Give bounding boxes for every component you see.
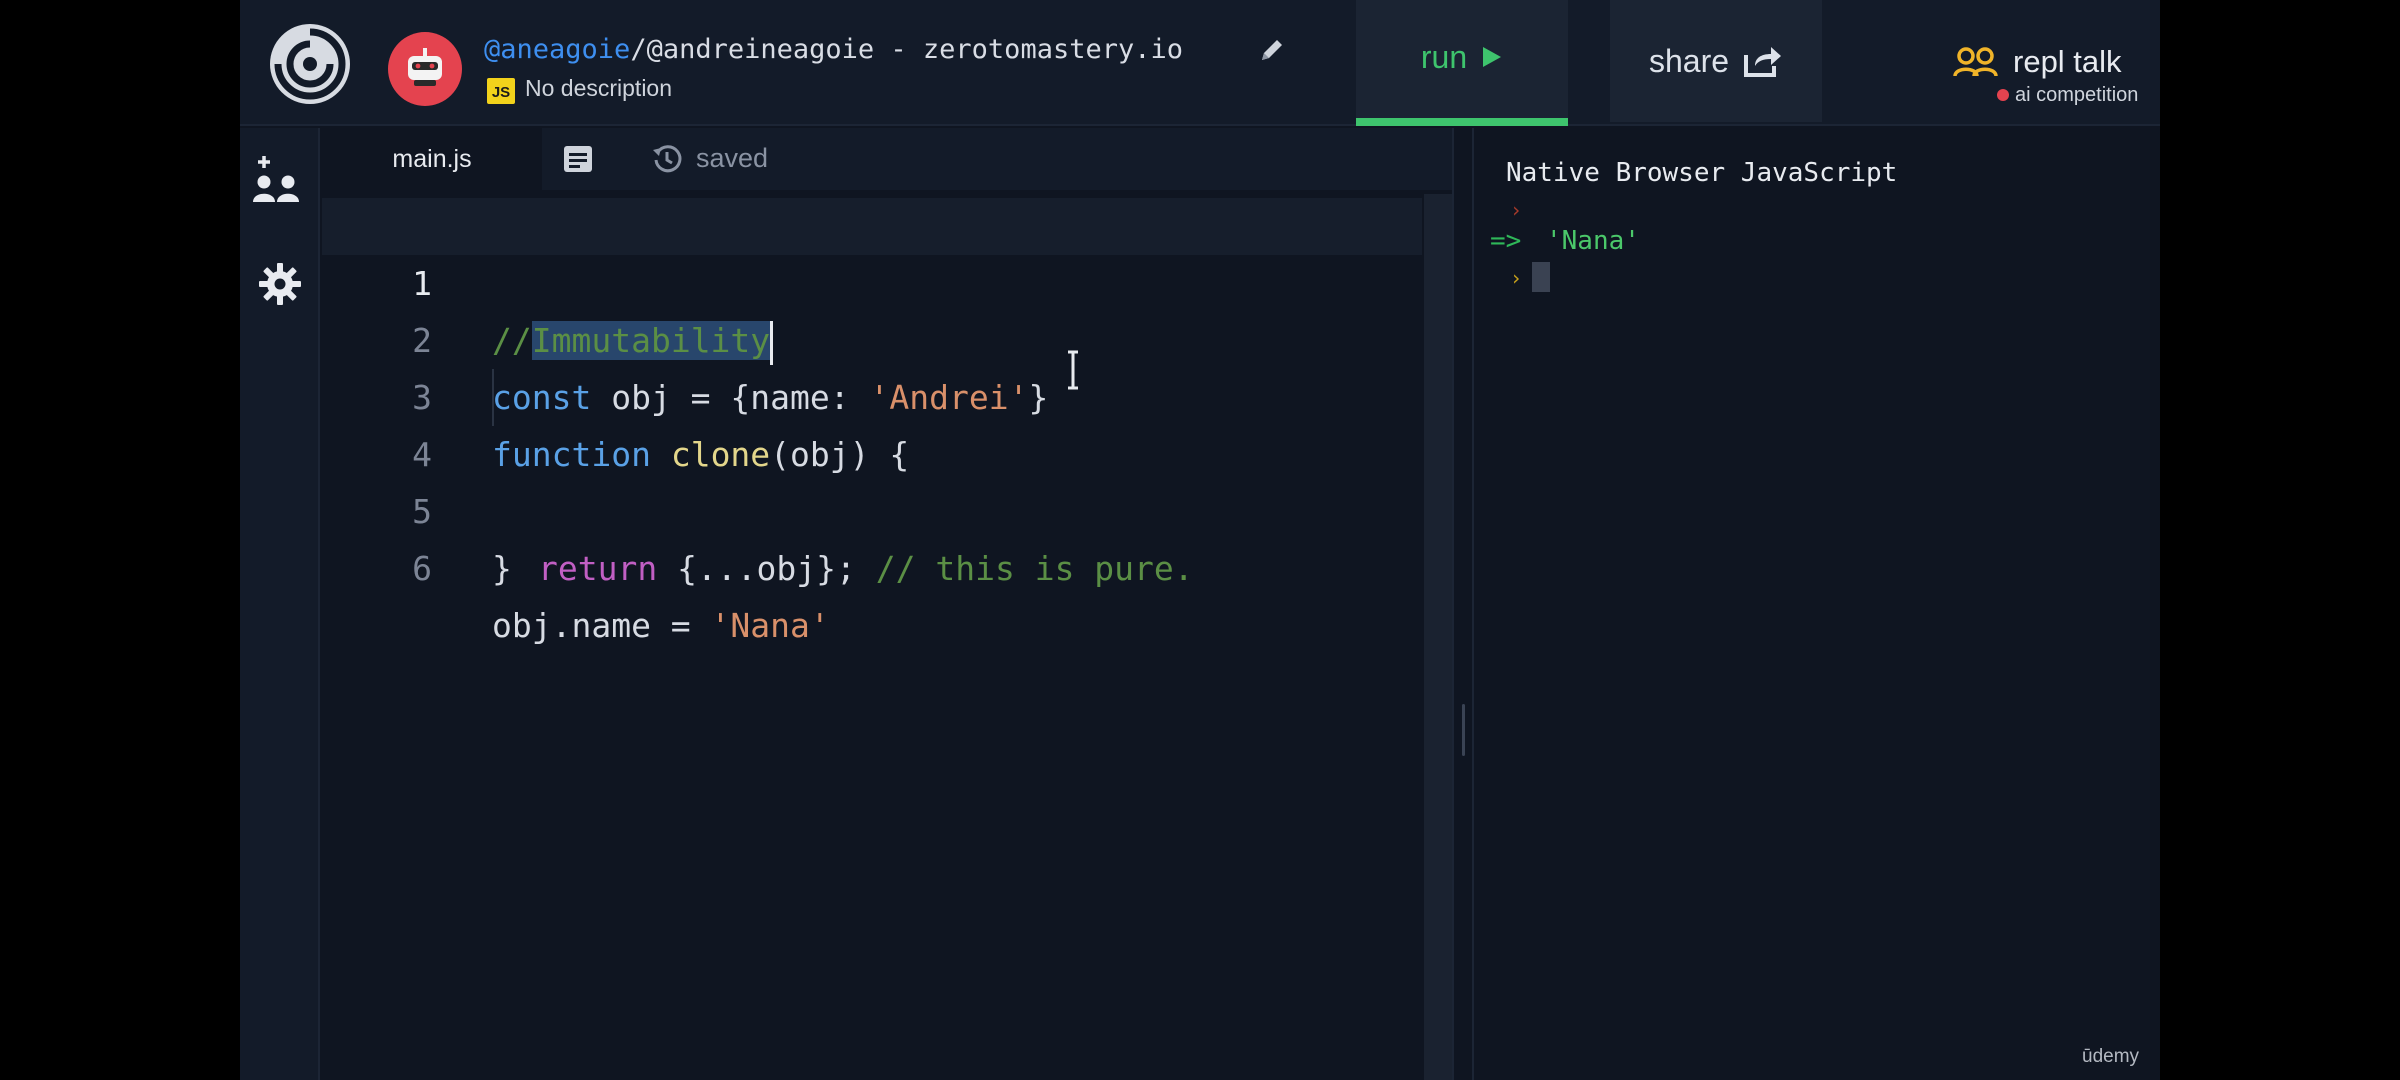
resize-grip[interactable] bbox=[1462, 704, 1465, 756]
console-prompt-icon: › bbox=[1510, 266, 1523, 290]
line-source: obj.name = 'Nana' bbox=[492, 597, 830, 654]
invite-users-icon[interactable] bbox=[240, 154, 320, 212]
line-source: } bbox=[492, 549, 512, 588]
edit-pencil-icon[interactable] bbox=[1256, 34, 1288, 66]
code-editor[interactable]: main.js saved 1 //Immutability 2 const o… bbox=[322, 128, 1452, 1080]
save-status: saved bbox=[696, 143, 769, 173]
play-icon bbox=[1483, 47, 1502, 67]
keyword-token: return bbox=[538, 549, 658, 588]
console-output-value: 'Nana' bbox=[1546, 226, 1640, 256]
history-icon[interactable] bbox=[652, 144, 682, 174]
code-line-2[interactable]: 2 const obj = {name: 'Andrei'} bbox=[322, 255, 1422, 417]
code-line-4[interactable]: 4 return {...obj}; // this is pure. bbox=[322, 369, 1422, 588]
console-input-cursor[interactable] bbox=[1532, 262, 1550, 292]
code-line-5[interactable]: 5 } bbox=[322, 426, 1422, 588]
run-button[interactable]: run bbox=[1356, 0, 1568, 126]
notification-dot bbox=[1997, 89, 2009, 101]
repl-name: /@andreineagoie - zerotomastery.io bbox=[630, 34, 1183, 65]
code-line-6[interactable]: 6 obj.name = 'Nana' bbox=[322, 483, 1422, 645]
string-token: 'Nana' bbox=[710, 606, 830, 645]
replit-logo-icon[interactable] bbox=[266, 20, 354, 108]
console-title: Native Browser JavaScript bbox=[1506, 158, 1898, 188]
repl-title[interactable]: @aneagoie/@andreineagoie - zerotomastery… bbox=[484, 34, 1183, 65]
line-number: 6 bbox=[412, 549, 432, 588]
repl-app: @aneagoie/@andreineagoie - zerotomastery… bbox=[240, 0, 2160, 1080]
comment-token: // this is pure. bbox=[875, 549, 1194, 588]
left-sidebar bbox=[240, 128, 320, 1080]
udemy-watermark: ūdemy bbox=[2082, 1046, 2140, 1067]
pane-resize-handle[interactable] bbox=[1452, 128, 1474, 1080]
repl-talk-label: repl talk bbox=[2013, 44, 2122, 79]
repl-talk-sublabel: ai competition bbox=[2015, 84, 2139, 106]
code-token: {...obj}; bbox=[657, 549, 876, 588]
user-avatar[interactable] bbox=[388, 32, 462, 106]
output-arrow: => bbox=[1490, 226, 1522, 256]
share-icon bbox=[1744, 47, 1782, 77]
top-header: @aneagoie/@andreineagoie - zerotomastery… bbox=[240, 0, 2160, 126]
notes-icon[interactable] bbox=[562, 144, 594, 174]
run-label: run bbox=[1420, 38, 1468, 75]
tab-main-js[interactable]: main.js bbox=[322, 128, 542, 190]
code-line-1[interactable]: 1 //Immutability bbox=[322, 198, 1422, 365]
indent-guide bbox=[492, 369, 494, 426]
mouse-ibeam-cursor-icon bbox=[1068, 350, 1078, 390]
code-line-3[interactable]: 3 function clone(obj) { bbox=[322, 312, 1422, 474]
line-source: return {...obj}; // this is pure. bbox=[538, 540, 1194, 597]
people-icon bbox=[1953, 47, 1998, 77]
code-lines[interactable]: 1 //Immutability 2 const obj = {name: 'A… bbox=[322, 198, 1422, 645]
repl-description[interactable]: No description bbox=[525, 75, 672, 102]
code-token: obj.name = bbox=[492, 606, 711, 645]
share-button[interactable]: share bbox=[1610, 0, 1822, 122]
repl-owner-link[interactable]: @aneagoie bbox=[484, 34, 630, 65]
robot-avatar-icon bbox=[408, 48, 442, 86]
js-language-badge: JS bbox=[487, 78, 515, 104]
console-prompt-icon: › bbox=[1510, 198, 1523, 222]
editor-scrollbar[interactable] bbox=[1424, 194, 1452, 1080]
console-panel[interactable]: Native Browser JavaScript › => 'Nana' › bbox=[1474, 128, 2160, 1080]
gear-icon[interactable] bbox=[258, 262, 302, 306]
editor-tabbar: main.js saved bbox=[322, 128, 1452, 190]
share-label: share bbox=[1648, 42, 1730, 79]
